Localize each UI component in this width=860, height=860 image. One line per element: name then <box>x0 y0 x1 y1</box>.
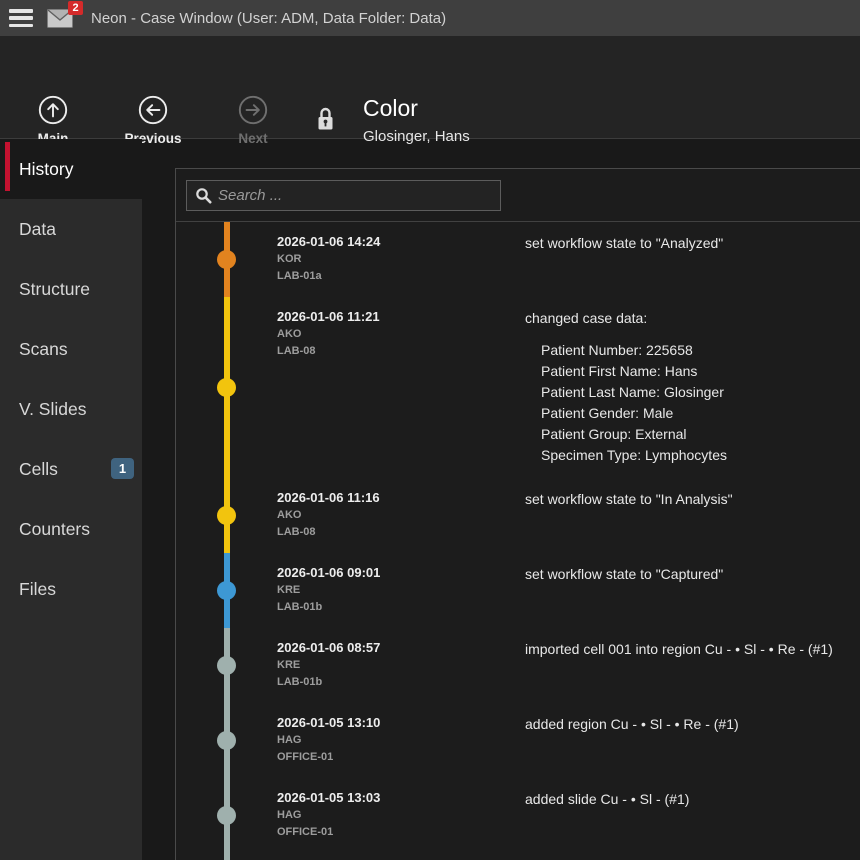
sidebar-item-structure[interactable]: Structure <box>0 259 142 319</box>
title-bar: 2 Neon - Case Window (User: ADM, Data Fo… <box>0 0 860 36</box>
entry-description: added slide Cu - • Sl - (#1) <box>525 789 860 809</box>
arrow-up-circle-icon <box>38 95 68 125</box>
entry-meta: 2026-01-06 08:57 KRE LAB-01b <box>277 639 525 691</box>
entry-description-block: imported cell 001 into region Cu - • Sl … <box>525 639 860 691</box>
entry-station: OFFICE-01 <box>277 749 525 766</box>
sidebar-item-label: History <box>19 159 73 180</box>
entry-station: LAB-01b <box>277 599 525 616</box>
entry-description-block: added region Cu - • Sl - • Re - (#1) <box>525 714 860 766</box>
entry-description-block: set workflow state to "In Analysis" <box>525 489 860 541</box>
entry-description-block: set workflow state to "Captured" <box>525 564 860 616</box>
sidebar-item-history[interactable]: History <box>0 139 142 199</box>
entry-timestamp: 2026-01-05 13:10 <box>277 714 525 732</box>
case-data-line: Specimen Type: Lymphocytes <box>541 445 860 466</box>
entry-station: LAB-08 <box>277 343 525 360</box>
entry-meta: 2026-01-06 14:24 KOR LAB-01a <box>277 233 525 285</box>
entry-meta: 2026-01-05 13:10 HAG OFFICE-01 <box>277 714 525 766</box>
case-title: Color <box>363 95 418 122</box>
case-window: 2 Neon - Case Window (User: ADM, Data Fo… <box>0 0 860 860</box>
lock-icon[interactable] <box>317 106 334 138</box>
entry-user: HAG <box>277 807 525 824</box>
entry-meta: 2026-01-06 11:21 AKO LAB-08 <box>277 308 525 466</box>
entry-description: changed case data: <box>525 308 860 328</box>
search-input[interactable] <box>218 181 500 210</box>
entry-user: KOR <box>277 251 525 268</box>
window-title: Neon - Case Window (User: ADM, Data Fold… <box>91 10 446 27</box>
body: History Data Structure Scans V. Slides C… <box>0 139 860 860</box>
entry-meta: 2026-01-05 13:03 HAG OFFICE-01 <box>277 789 525 841</box>
entry-description: set workflow state to "Analyzed" <box>525 233 860 253</box>
entry-description: imported cell 001 into region Cu - • Sl … <box>525 639 860 659</box>
entry-description: set workflow state to "In Analysis" <box>525 489 860 509</box>
search-icon <box>195 187 212 204</box>
sidebar-item-data[interactable]: Data <box>0 199 142 259</box>
entry-user: AKO <box>277 507 525 524</box>
sidebar-item-label: Data <box>19 219 56 240</box>
sidebar-item-v-slides[interactable]: V. Slides <box>0 379 142 439</box>
sidebar-item-label: V. Slides <box>19 399 86 420</box>
sidebar-nav: History Data Structure Scans V. Slides C… <box>0 139 142 860</box>
entry-timestamp: 2026-01-06 08:57 <box>277 639 525 657</box>
timeline-entry: 2026-01-06 09:01 KRE LAB-01b set workflo… <box>277 564 860 639</box>
sidebar-item-label: Cells <box>19 459 58 480</box>
hamburger-menu-icon[interactable] <box>9 9 33 27</box>
timeline-entries: 2026-01-06 14:24 KOR LAB-01a set workflo… <box>176 222 860 860</box>
entry-timestamp: 2026-01-05 13:03 <box>277 789 525 807</box>
arrow-left-circle-icon <box>138 95 168 125</box>
unread-count-badge: 2 <box>68 1 83 15</box>
entry-meta: 2026-01-06 11:16 AKO LAB-08 <box>277 489 525 541</box>
entry-station: LAB-01b <box>277 674 525 691</box>
timeline-entry: 2026-01-05 13:03 HAG OFFICE-01 added sli… <box>277 789 860 860</box>
entry-description: set workflow state to "Captured" <box>525 564 860 584</box>
timeline-entry: 2026-01-06 14:24 KOR LAB-01a set workflo… <box>277 233 860 308</box>
timeline-area: 2026-01-06 14:24 KOR LAB-01a set workflo… <box>176 222 860 860</box>
entry-description: added region Cu - • Sl - • Re - (#1) <box>525 714 860 734</box>
sidebar-item-cells[interactable]: Cells 1 <box>0 439 142 499</box>
toolbar: Main Previous Next Color Glosin <box>0 36 860 139</box>
history-panel: 2026-01-06 14:24 KOR LAB-01a set workflo… <box>175 168 860 860</box>
entry-user: AKO <box>277 326 525 343</box>
entry-station: LAB-01a <box>277 268 525 285</box>
sidebar-item-files[interactable]: Files <box>0 559 142 619</box>
sidebar-item-scans[interactable]: Scans <box>0 319 142 379</box>
entry-description-block: changed case data: Patient Number: 22565… <box>525 308 860 466</box>
timeline-entry: 2026-01-06 11:21 AKO LAB-08 changed case… <box>277 308 860 489</box>
timeline-entry: 2026-01-06 08:57 KRE LAB-01b imported ce… <box>277 639 860 714</box>
search-row <box>176 169 860 222</box>
sidebar-item-label: Counters <box>19 519 90 540</box>
entry-timestamp: 2026-01-06 14:24 <box>277 233 525 251</box>
case-data-line: Patient Gender: Male <box>541 403 860 424</box>
entry-timestamp: 2026-01-06 09:01 <box>277 564 525 582</box>
case-data-line: Patient Last Name: Glosinger <box>541 382 860 403</box>
entry-details: Patient Number: 225658Patient First Name… <box>525 340 860 466</box>
sidebar-item-label: Scans <box>19 339 68 360</box>
entry-user: HAG <box>277 732 525 749</box>
entry-user: KRE <box>277 582 525 599</box>
case-data-line: Patient Group: External <box>541 424 860 445</box>
entry-description-block: set workflow state to "Analyzed" <box>525 233 860 285</box>
arrow-right-circle-icon <box>238 95 268 125</box>
case-data-line: Patient Number: 225658 <box>541 340 860 361</box>
timeline-entry: 2026-01-06 11:16 AKO LAB-08 set workflow… <box>277 489 860 564</box>
entry-description-block: added slide Cu - • Sl - (#1) <box>525 789 860 841</box>
search-box <box>186 180 501 211</box>
sidebar-item-counters[interactable]: Counters <box>0 499 142 559</box>
entry-timestamp: 2026-01-06 11:16 <box>277 489 525 507</box>
entry-station: LAB-08 <box>277 524 525 541</box>
case-data-line: Patient First Name: Hans <box>541 361 860 382</box>
sidebar-item-label: Files <box>19 579 56 600</box>
entry-timestamp: 2026-01-06 11:21 <box>277 308 525 326</box>
active-tab-indicator <box>5 142 10 191</box>
messages-envelope-icon[interactable]: 2 <box>47 9 73 28</box>
entry-station: OFFICE-01 <box>277 824 525 841</box>
entry-meta: 2026-01-06 09:01 KRE LAB-01b <box>277 564 525 616</box>
timeline-entry: 2026-01-05 13:10 HAG OFFICE-01 added reg… <box>277 714 860 789</box>
entry-user: KRE <box>277 657 525 674</box>
cells-count-badge: 1 <box>111 458 134 479</box>
sidebar-item-label: Structure <box>19 279 90 300</box>
